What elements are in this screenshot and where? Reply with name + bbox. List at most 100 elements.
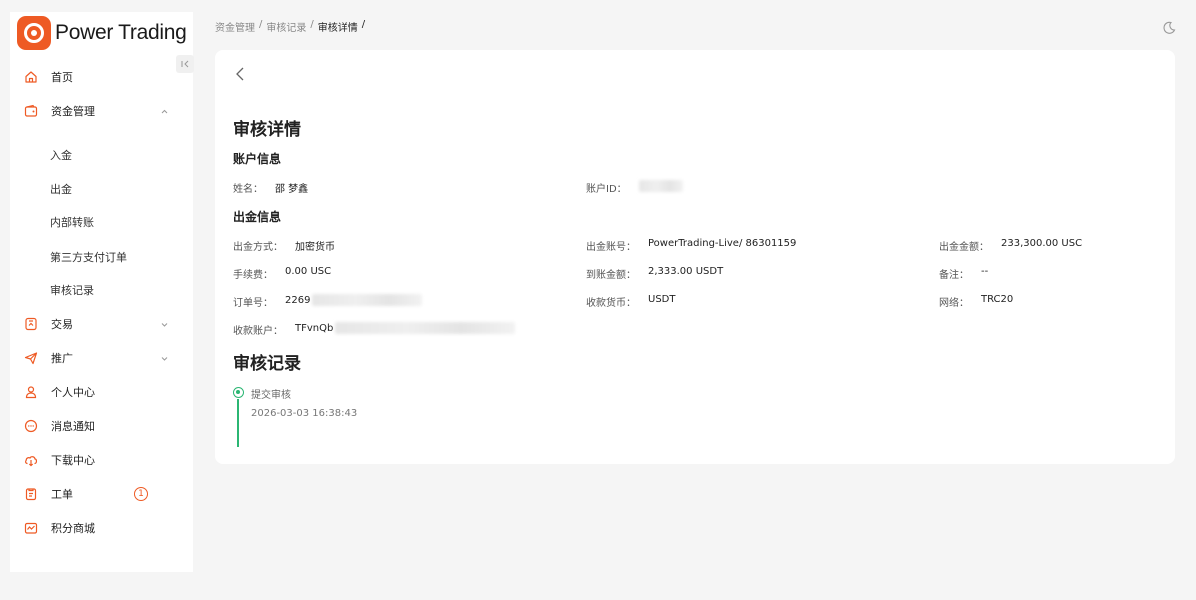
sidebar-subitem-withdraw[interactable]: 出金 xyxy=(10,175,193,203)
sidebar-subitem-label: 审核记录 xyxy=(50,284,94,297)
field-label: 网络： xyxy=(939,298,969,309)
order-number-field: 订单号： 2269 xyxy=(233,294,423,309)
logo[interactable]: Power Trading xyxy=(17,15,187,51)
breadcrumb-separator: / xyxy=(310,19,314,30)
breadcrumb-item-current: 审核详情 xyxy=(317,23,358,34)
notification-badge: 1 xyxy=(134,487,148,501)
redacted-value xyxy=(312,294,423,306)
home-icon xyxy=(24,70,38,84)
review-records-heading: 审核记录 xyxy=(233,354,301,374)
sidebar-subitem-review-records[interactable]: 审核记录 xyxy=(10,276,193,304)
field-label: 出金金额： xyxy=(939,242,989,253)
order-number-prefix: 2269 xyxy=(285,295,311,306)
field-value: -- xyxy=(981,266,989,277)
sidebar-item-promotion[interactable]: 推广 xyxy=(10,344,193,372)
field-label: 手续费： xyxy=(233,270,273,281)
timeline-line xyxy=(237,399,239,447)
sidebar-subitem-label: 出金 xyxy=(50,183,72,196)
sidebar-subitem-third-party-orders[interactable]: 第三方支付订单 xyxy=(10,243,193,271)
sidebar-item-trade[interactable]: 交易 xyxy=(10,310,193,338)
field-value: TRC20 xyxy=(981,294,1014,305)
field-value: USDT xyxy=(648,294,676,305)
redacted-value xyxy=(335,322,516,334)
sidebar-subitem-transfer[interactable]: 内部转账 xyxy=(10,208,193,236)
sidebar-subitem-label: 内部转账 xyxy=(50,216,94,229)
wallet-icon xyxy=(24,104,38,118)
sidebar-item-label: 交易 xyxy=(51,318,73,331)
breadcrumb-item-funds[interactable]: 资金管理 xyxy=(215,19,255,34)
remark-field: 备注： -- xyxy=(939,266,988,281)
fee-field: 手续费： 0.00 USC xyxy=(233,266,331,281)
field-label: 账户ID： xyxy=(586,184,627,195)
field-value-redacted xyxy=(638,180,683,195)
sidebar-item-points-mall[interactable]: 积分商城 xyxy=(10,514,193,542)
timeline-dot-icon xyxy=(233,387,244,398)
field-value: 加密货币 xyxy=(295,242,335,253)
sidebar-item-label: 工单 xyxy=(51,488,73,501)
send-icon xyxy=(24,351,38,365)
sidebar-item-downloads[interactable]: 下载中心 xyxy=(10,446,193,474)
receive-currency-field: 收款货币： USDT xyxy=(586,294,675,309)
logo-icon xyxy=(17,16,51,50)
user-icon xyxy=(24,385,38,399)
collapse-sidebar-button[interactable] xyxy=(176,55,194,73)
sidebar-subitem-label: 入金 xyxy=(50,149,72,162)
sidebar-item-tickets[interactable]: 工单 1 xyxy=(10,480,193,508)
field-label: 备注： xyxy=(939,270,969,281)
chevron-down-icon xyxy=(160,320,169,329)
sidebar-item-label: 首页 xyxy=(51,71,73,84)
breadcrumb-separator: / xyxy=(259,19,263,30)
ticket-icon xyxy=(24,487,38,501)
chevron-up-icon xyxy=(160,107,169,116)
field-label: 收款账户： xyxy=(233,326,283,337)
timeline-step-label: 提交审核 xyxy=(251,390,291,401)
sidebar-item-funds[interactable]: 资金管理 xyxy=(10,97,193,125)
field-label: 出金方式： xyxy=(233,242,283,253)
sidebar-subitem-label: 第三方支付订单 xyxy=(50,251,127,264)
withdraw-info-heading: 出金信息 xyxy=(233,210,282,224)
sidebar-item-home[interactable]: 首页 xyxy=(10,63,193,91)
account-info-heading: 账户信息 xyxy=(233,152,282,166)
sidebar-item-label: 资金管理 xyxy=(51,105,95,118)
withdraw-amount-field: 出金金额： 233,300.00 USC xyxy=(939,238,1082,253)
withdraw-method-field: 出金方式： 加密货币 xyxy=(233,238,335,253)
moon-icon xyxy=(1163,21,1176,34)
network-field: 网络： TRC20 xyxy=(939,294,1013,309)
field-value: PowerTrading-Live/ 86301159 xyxy=(648,238,797,249)
message-icon xyxy=(24,419,38,433)
withdraw-account-field: 出金账号： PowerTrading-Live/ 86301159 xyxy=(586,238,796,253)
sidebar-item-label: 积分商城 xyxy=(51,522,95,535)
breadcrumb-separator: / xyxy=(361,19,366,30)
back-button[interactable] xyxy=(233,66,247,82)
receive-wallet-field: 收款账户： TFvnQb xyxy=(233,322,516,337)
dark-mode-toggle[interactable] xyxy=(1162,20,1176,34)
field-value: 邵 梦鑫 xyxy=(275,184,309,195)
collapse-icon xyxy=(181,60,189,68)
field-label: 收款货币： xyxy=(586,298,636,309)
field-label: 姓名： xyxy=(233,184,263,195)
field-value: TFvnQb xyxy=(295,322,516,337)
breadcrumb: 资金管理 / 审核记录 / 审核详情 / xyxy=(215,19,369,34)
field-value: 2,333.00 USDT xyxy=(648,266,724,277)
sidebar-item-label: 推广 xyxy=(51,352,73,365)
page-title: 审核详情 xyxy=(233,120,301,140)
shop-icon xyxy=(24,521,38,535)
field-value: 233,300.00 USC xyxy=(1001,238,1083,249)
sidebar-item-label: 下载中心 xyxy=(51,454,95,467)
breadcrumb-item-review-records[interactable]: 审核记录 xyxy=(266,19,306,34)
sidebar-subitem-deposit[interactable]: 入金 xyxy=(10,141,193,169)
wallet-address-prefix: TFvnQb xyxy=(295,323,334,334)
trade-icon xyxy=(24,317,38,331)
account-id-field: 账户ID： xyxy=(586,180,683,195)
account-name-field: 姓名： 邵 梦鑫 xyxy=(233,180,308,195)
brand-name: Power Trading xyxy=(55,21,187,44)
chevron-left-icon xyxy=(236,67,244,81)
field-label: 出金账号： xyxy=(586,242,636,253)
field-value: 2269 xyxy=(285,294,423,309)
sidebar-item-profile[interactable]: 个人中心 xyxy=(10,378,193,406)
sidebar-item-messages[interactable]: 消息通知 xyxy=(10,412,193,440)
sidebar: Power Trading 首页 资金管理 入金 出金 内部转账 第三方支付订单… xyxy=(10,12,193,572)
sidebar-item-label: 个人中心 xyxy=(51,386,95,399)
field-label: 到账金额： xyxy=(586,270,636,281)
chevron-down-icon xyxy=(160,354,169,363)
